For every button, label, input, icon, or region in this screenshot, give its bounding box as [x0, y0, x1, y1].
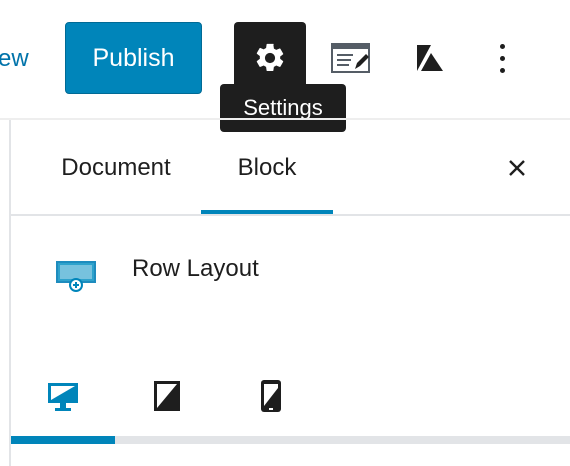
tab-block[interactable]: Block — [201, 120, 333, 216]
publish-button[interactable]: Publish — [65, 22, 202, 94]
desktop-icon — [48, 383, 78, 411]
device-tab-track — [11, 436, 570, 444]
code-editor-icon — [331, 43, 370, 73]
device-tab-desktop[interactable] — [35, 368, 91, 424]
row-layout-icon — [55, 254, 99, 298]
tab-document[interactable]: Document — [21, 120, 211, 216]
device-tab-tablet[interactable] — [139, 368, 195, 424]
kadence-logo-icon — [417, 45, 443, 71]
close-icon — [509, 160, 525, 176]
device-tab-mobile[interactable] — [243, 368, 299, 424]
gear-icon — [256, 43, 284, 72]
close-sidebar-button[interactable] — [495, 146, 539, 190]
settings-sidebar: Document Block Row Layout — [9, 120, 570, 466]
mobile-icon — [261, 380, 281, 412]
more-options-button[interactable] — [466, 22, 538, 94]
editor-page: ew Publish Settings Document Block Row L… — [0, 0, 570, 466]
tabs-divider — [11, 214, 570, 216]
tab-block-label: Block — [237, 154, 297, 181]
preview-link[interactable]: ew — [0, 42, 29, 76]
more-vertical-icon — [499, 43, 505, 73]
kadence-button[interactable] — [394, 22, 466, 94]
device-tab-active-indicator — [11, 436, 115, 444]
block-title: Row Layout — [132, 255, 259, 282]
tablet-icon — [154, 381, 180, 411]
